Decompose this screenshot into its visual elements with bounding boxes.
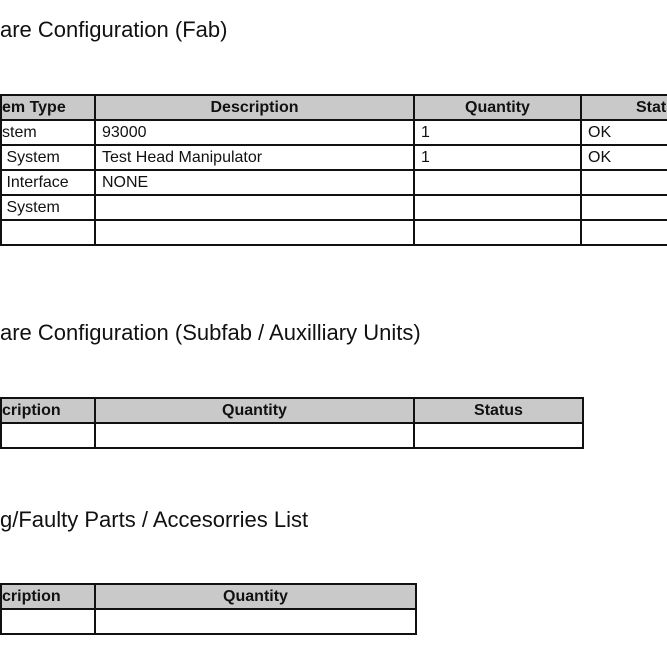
cell [94, 219, 415, 246]
cell [94, 422, 415, 449]
cell: NONE [94, 169, 415, 196]
table-header-row: cription Quantity Status [0, 397, 584, 424]
table-row: Interface NONE [0, 169, 667, 196]
section-title-missing-parts: g/Faulty Parts / Accesorries List [0, 507, 309, 532]
table-row [0, 219, 667, 246]
header-description: cription [0, 583, 96, 610]
cell: System [0, 144, 96, 171]
header-quantity: Quantity [94, 583, 417, 610]
cell [0, 422, 96, 449]
subfab-config-table: cription Quantity Status [0, 397, 584, 449]
missing-parts-table: cription Quantity [0, 583, 417, 635]
header-description: Description [94, 94, 415, 121]
cell [580, 169, 667, 196]
cell: 1 [413, 144, 582, 171]
cell [94, 194, 415, 221]
table-header-row: cription Quantity [0, 583, 417, 610]
table-row: System Test Head Manipulator 1 OK [0, 144, 667, 171]
cell [580, 219, 667, 246]
cell: 1 [413, 119, 582, 146]
cell: OK [580, 144, 667, 171]
header-status: Stat [580, 94, 667, 121]
cell [413, 169, 582, 196]
table-header-row: em Type Description Quantity Stat [0, 94, 667, 121]
header-quantity: Quantity [94, 397, 415, 424]
cell [580, 194, 667, 221]
cell [413, 194, 582, 221]
cell: stem [0, 119, 96, 146]
cell: 93000 [94, 119, 415, 146]
cell: System [0, 194, 96, 221]
header-quantity: Quantity [413, 94, 582, 121]
cell [0, 608, 96, 635]
table-row [0, 422, 584, 449]
fab-config-table: em Type Description Quantity Stat stem 9… [0, 94, 667, 246]
section-title-fab: are Configuration (Fab) [0, 17, 228, 42]
cell [94, 608, 417, 635]
table-row: System [0, 194, 667, 221]
cell: OK [580, 119, 667, 146]
cell: Interface [0, 169, 96, 196]
table-row: stem 93000 1 OK [0, 119, 667, 146]
cell [413, 422, 584, 449]
header-item-type: em Type [0, 94, 96, 121]
section-title-subfab: are Configuration (Subfab / Auxilliary U… [0, 320, 421, 345]
cell [0, 219, 96, 246]
cell: Test Head Manipulator [94, 144, 415, 171]
table-row [0, 608, 417, 635]
cell [413, 219, 582, 246]
header-description: cription [0, 397, 96, 424]
header-status: Status [413, 397, 584, 424]
